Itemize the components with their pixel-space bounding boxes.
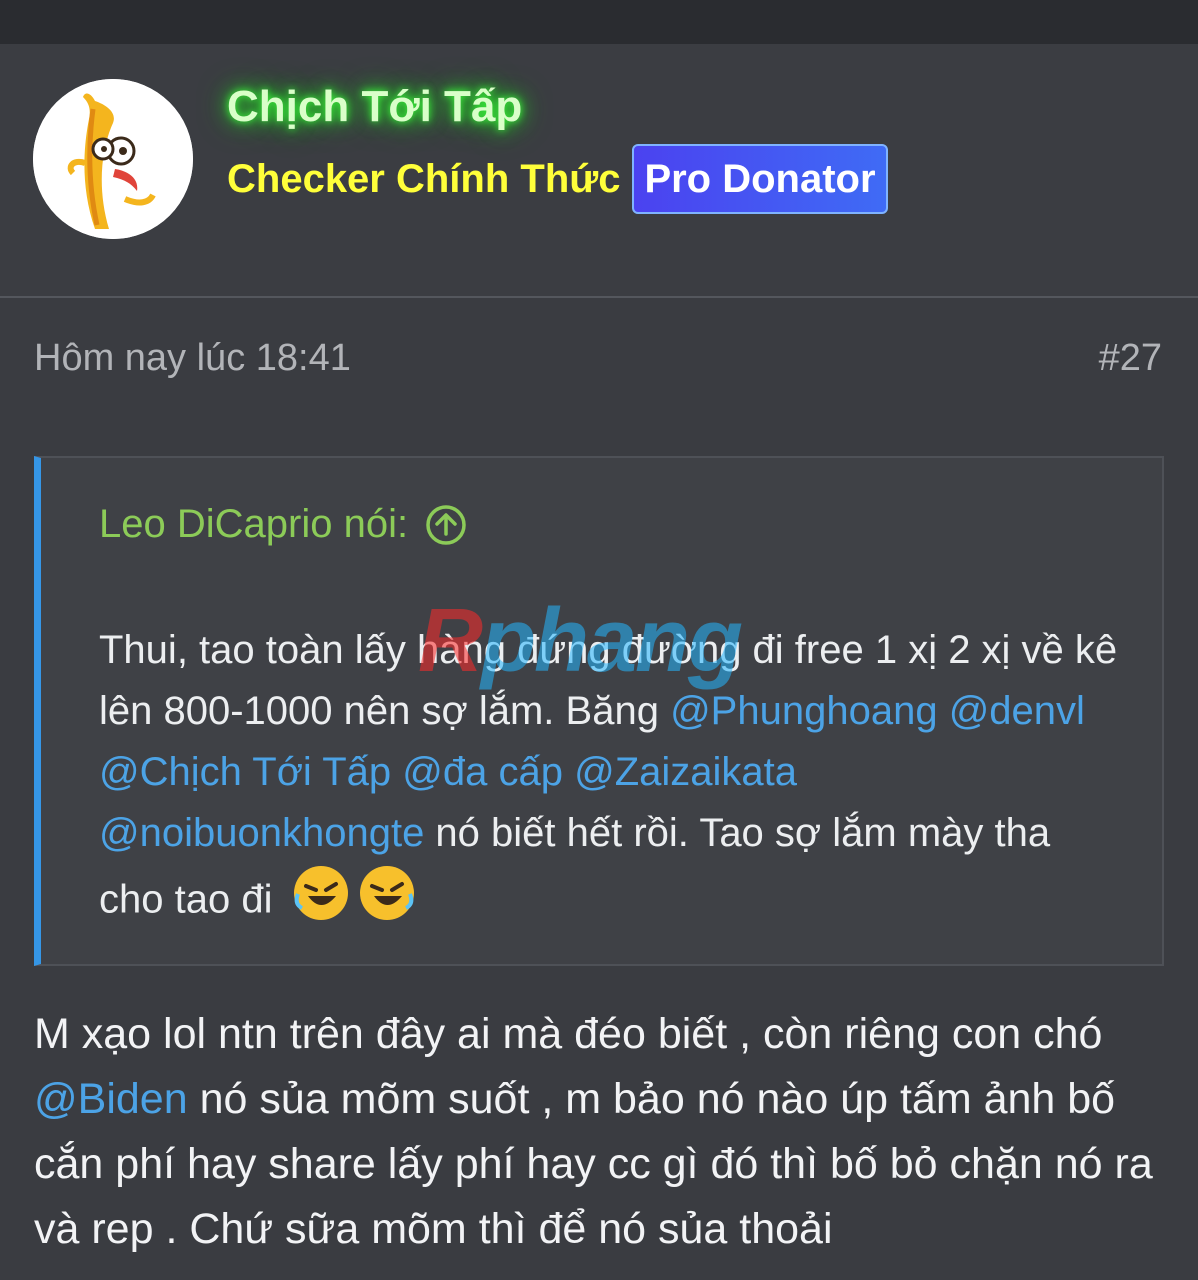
pro-donator-badge: Pro Donator <box>632 144 888 214</box>
post-date[interactable]: Hôm nay lúc 18:41 <box>34 337 351 380</box>
quote-text: Thui, tao toàn lấy hàng đứng đường đi fr… <box>99 620 1119 940</box>
mention-link[interactable]: @noibuonkhongte <box>99 811 424 855</box>
quote-author[interactable]: Leo DiCaprio nói: <box>99 502 408 547</box>
user-header: Chịch Tới Tấp Checker Chính Thức Pro Don… <box>0 44 1198 298</box>
mention-link[interactable]: @Chịch Tới Tấp <box>99 750 391 794</box>
arrow-up-circle-icon[interactable] <box>424 503 468 547</box>
mention-link[interactable]: @Phunghoang <box>670 689 938 733</box>
reply-text-part: M xạo lol ntn trên đây ai mà đéo biết , … <box>34 1010 1103 1058</box>
reply-text-part: nó sủa mõm suốt , m bảo nó nào úp tấm ản… <box>34 1075 1153 1253</box>
mention-link[interactable]: @Zaizaikata <box>574 750 797 794</box>
avatar[interactable] <box>33 79 193 239</box>
username[interactable]: Chịch Tới Tấp <box>227 82 522 132</box>
user-title: Checker Chính Thức <box>227 157 621 201</box>
quote-attribution[interactable]: Leo DiCaprio nói: <box>99 502 468 547</box>
top-bar <box>0 0 1198 44</box>
post-number[interactable]: #27 <box>1099 337 1162 380</box>
banana-mascot-icon <box>33 79 193 239</box>
rofl-emoji-icon <box>358 864 416 940</box>
mention-link[interactable]: @denvl <box>949 689 1085 733</box>
quote-block: Leo DiCaprio nói: Thui, tao toàn lấy hàn… <box>34 456 1164 966</box>
mention-link[interactable]: @Biden <box>34 1075 188 1123</box>
mention-link[interactable]: @đa cấp <box>402 750 563 794</box>
reply-text: M xạo lol ntn trên đây ai mà đéo biết , … <box>34 1002 1174 1262</box>
rofl-emoji-icon <box>292 864 350 940</box>
